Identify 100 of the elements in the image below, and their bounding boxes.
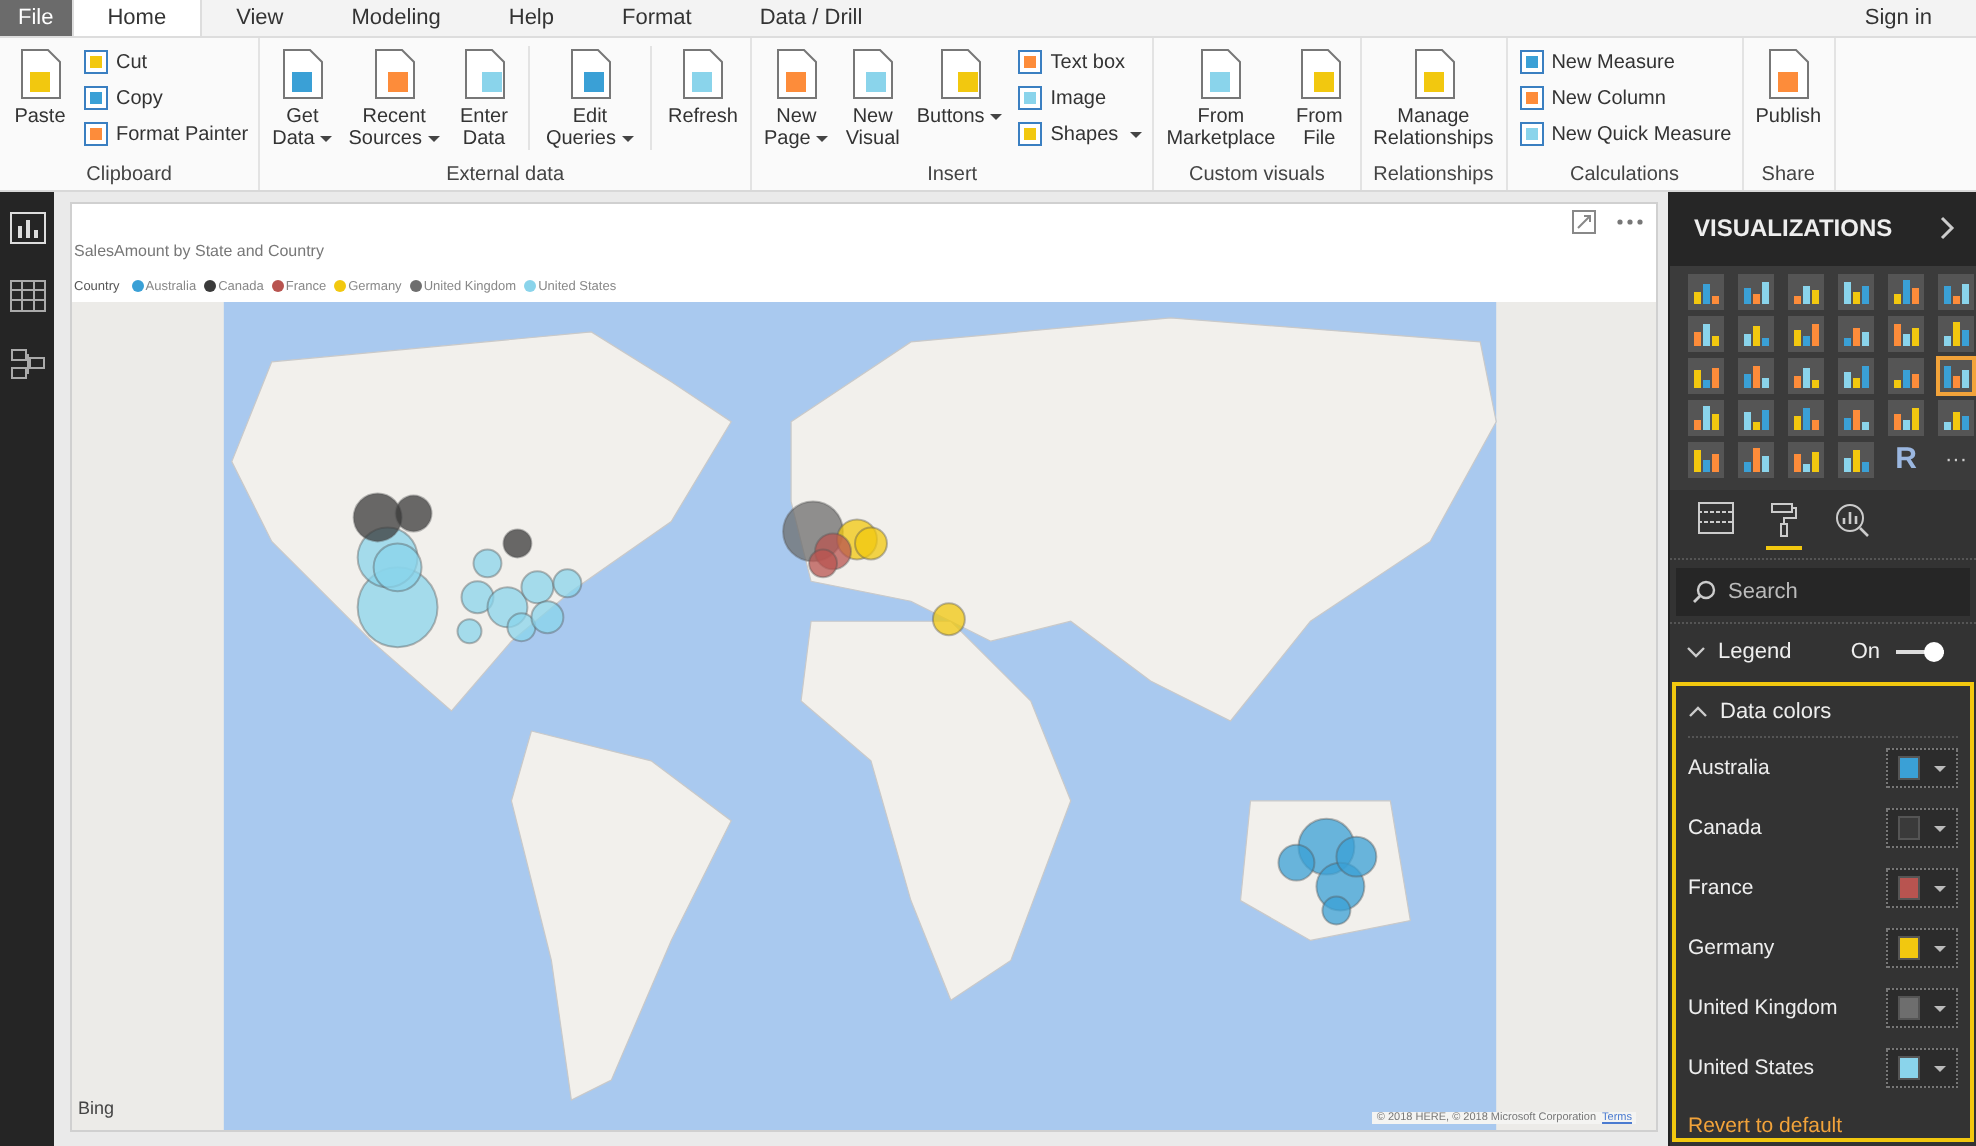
chart-type-icon[interactable] (1838, 315, 1874, 352)
chart-type-icon[interactable] (1688, 441, 1724, 478)
menu-tab[interactable]: Format (588, 0, 726, 36)
ribbon-button[interactable]: New Visual (838, 46, 907, 150)
map-bubble[interactable] (352, 492, 403, 543)
country-label: United States (1688, 1056, 1815, 1080)
ribbon-button[interactable]: Copy (78, 82, 253, 114)
map-bubble[interactable] (502, 528, 533, 559)
chart-type-icon[interactable] (1688, 357, 1724, 394)
data-colors-section-header[interactable]: Data colors (1688, 686, 1958, 738)
ribbon-button[interactable]: Refresh (661, 46, 744, 128)
square-icon (1517, 120, 1546, 148)
map-bubble[interactable] (394, 494, 433, 533)
paint-roller-icon (1770, 501, 1798, 538)
chart-type-icon[interactable] (1838, 273, 1874, 310)
ribbon-button[interactable]: Cut (78, 46, 253, 78)
country-label: Germany (1688, 936, 1775, 960)
search-field[interactable]: Search (1676, 567, 1970, 616)
chevron-down-icon (1686, 646, 1706, 659)
color-picker[interactable] (1886, 808, 1958, 848)
caret-icon (621, 135, 634, 142)
ribbon-button[interactable]: Edit Queries (539, 46, 640, 150)
ribbon-button[interactable]: Get Data (266, 46, 339, 150)
ribbon-button[interactable]: Recent Sources (342, 46, 446, 150)
chart-type-icon[interactable] (1788, 315, 1824, 352)
more-visuals-button[interactable]: ··· (1938, 441, 1974, 478)
ribbon-button[interactable]: New Column (1513, 82, 1736, 114)
map-bubble[interactable] (808, 548, 839, 579)
legend-section-header[interactable]: Legend (1686, 640, 1851, 665)
toggle-label: On (1850, 640, 1880, 665)
ribbon-button[interactable]: New Page (757, 46, 835, 150)
menu-tab[interactable]: Modeling (317, 0, 475, 36)
map-logo: Bing (78, 1098, 115, 1118)
menu-tab[interactable]: View (202, 0, 318, 36)
group-label: Share (1759, 164, 1817, 190)
table-icon[interactable] (9, 280, 45, 312)
ribbon-button[interactable]: Format Painter (78, 118, 253, 150)
chart-type-icon[interactable] (1688, 315, 1724, 352)
caret-icon (320, 135, 333, 142)
chart-type-icon[interactable] (1888, 315, 1924, 352)
chart-type-icon[interactable] (1738, 441, 1774, 478)
pane-tab[interactable] (1766, 497, 1802, 550)
chart-type-icon[interactable] (1938, 399, 1974, 436)
chart-type-icon[interactable] (1788, 357, 1824, 394)
square-icon (1016, 84, 1045, 112)
color-picker[interactable] (1886, 748, 1958, 788)
group-label: Insert (925, 164, 980, 190)
chart-type-icon[interactable] (1938, 273, 1974, 310)
square-icon (1517, 84, 1546, 112)
chart-type-icon[interactable] (1838, 441, 1874, 478)
group-label: External data (444, 164, 567, 190)
menu-tab[interactable]: Help (474, 0, 588, 36)
chart-type-icon[interactable] (1738, 315, 1774, 352)
color-picker[interactable] (1886, 868, 1958, 908)
ribbon-button[interactable]: Text box (1012, 46, 1147, 78)
chevron-right-icon[interactable] (1940, 216, 1956, 241)
chart-type-icon[interactable] (1688, 399, 1724, 436)
color-picker[interactable] (1886, 928, 1958, 968)
focus-mode-icon[interactable] (1572, 210, 1596, 234)
chart-type-icon[interactable] (1888, 273, 1924, 310)
chart-type-icon[interactable] (1738, 273, 1774, 310)
sign-in-link[interactable]: Sign in (1864, 0, 1976, 36)
legend-toggle[interactable] (1896, 642, 1944, 663)
square-icon (82, 84, 110, 112)
chart-type-icon[interactable] (1838, 399, 1874, 436)
chart-type-icon[interactable] (1738, 399, 1774, 436)
ribbon-button[interactable]: Enter Data (449, 46, 518, 150)
country-label: France (1688, 876, 1754, 900)
relationship-icon[interactable] (9, 348, 45, 380)
caret-icon (1934, 765, 1946, 771)
chart-type-icon[interactable] (1738, 357, 1774, 394)
ribbon-button[interactable]: Shapes (1012, 118, 1147, 150)
ribbon-button[interactable]: Publish (1749, 46, 1828, 128)
menu-tab[interactable]: File (0, 0, 72, 36)
chart-type-icon[interactable] (1788, 273, 1824, 310)
color-picker[interactable] (1886, 988, 1958, 1028)
ribbon-button[interactable]: Image (1012, 82, 1147, 114)
ribbon-button[interactable]: Paste (6, 46, 74, 128)
ribbon-button[interactable]: Manage Relationships (1367, 46, 1500, 150)
chart-type-icon[interactable] (1888, 399, 1924, 436)
ribbon-button[interactable]: From Marketplace (1160, 46, 1282, 150)
chart-type-icon[interactable] (1938, 357, 1974, 394)
chart-type-icon[interactable] (1938, 315, 1974, 352)
r-visual-button[interactable]: R (1888, 441, 1924, 478)
more-options-icon[interactable] (1616, 218, 1644, 226)
ribbon-button[interactable]: New Quick Measure (1513, 118, 1736, 150)
chart-type-icon[interactable] (1788, 399, 1824, 436)
menu-tab[interactable]: Data / Drill (725, 0, 897, 36)
revert-to-default-link[interactable]: Revert to default (1688, 1114, 1958, 1138)
color-picker[interactable] (1886, 1048, 1958, 1088)
chart-type-icon[interactable] (1888, 357, 1924, 394)
chart-type-icon[interactable] (1688, 273, 1724, 310)
bar-chart-icon[interactable] (9, 212, 45, 244)
chart-type-icon[interactable] (1838, 357, 1874, 394)
ribbon-button[interactable]: Buttons (910, 46, 1009, 128)
square-icon (1016, 48, 1045, 76)
ribbon-button[interactable]: New Measure (1513, 46, 1736, 78)
ribbon-button[interactable]: From File (1285, 46, 1354, 150)
menu-tab[interactable]: Home (71, 0, 203, 36)
chart-type-icon[interactable] (1788, 441, 1824, 478)
